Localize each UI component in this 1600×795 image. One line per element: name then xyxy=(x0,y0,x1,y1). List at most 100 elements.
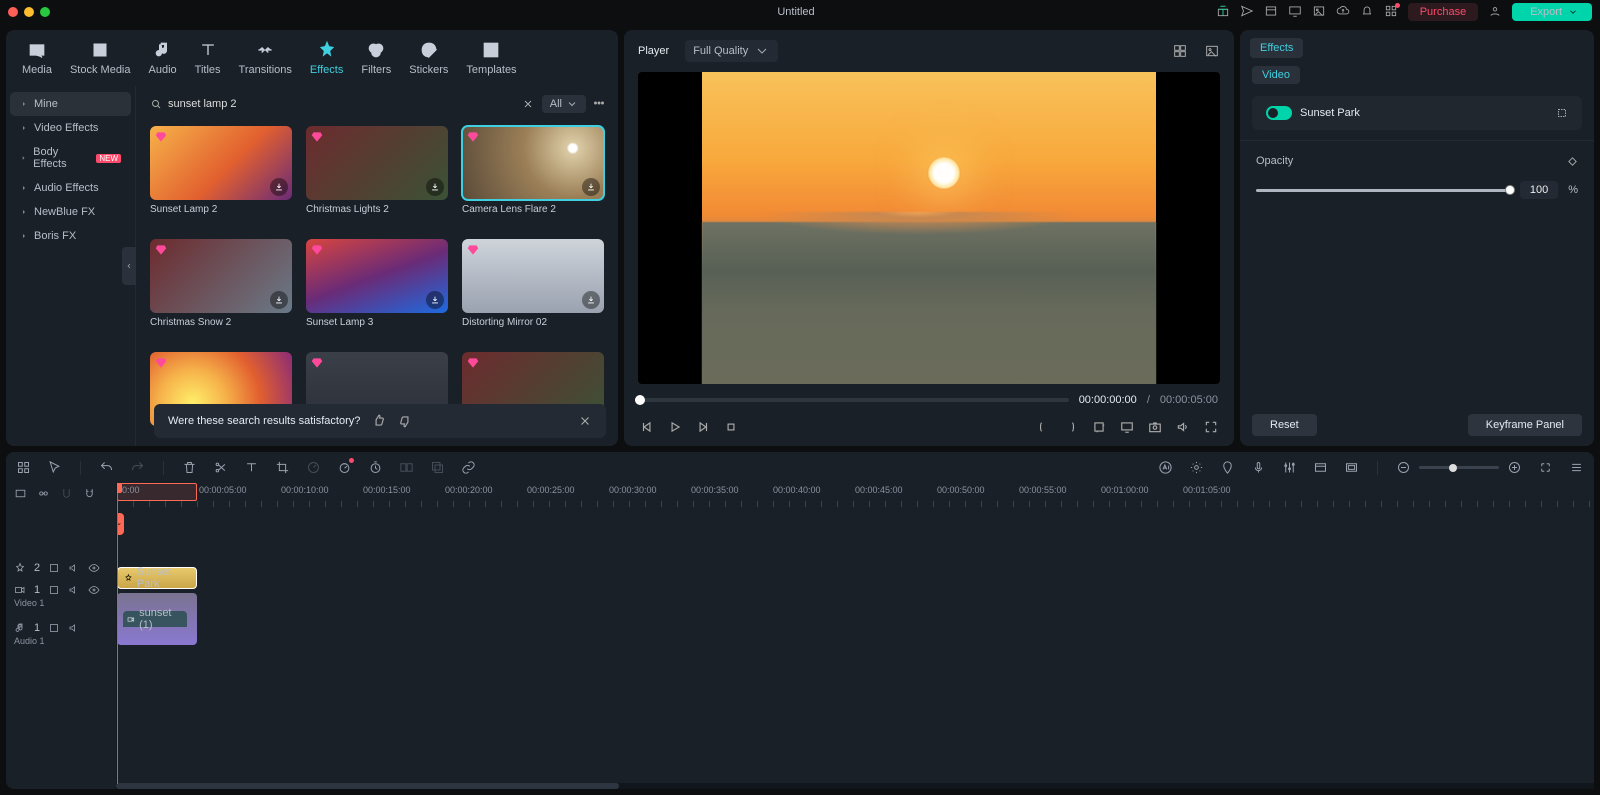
link-icon[interactable] xyxy=(461,460,476,475)
volume-icon[interactable] xyxy=(1176,420,1190,434)
collapse-icon[interactable] xyxy=(48,622,60,634)
mark-in-icon[interactable] xyxy=(1036,420,1050,434)
collapse-icon[interactable] xyxy=(48,562,60,574)
collapse-sidebar-button[interactable] xyxy=(122,247,136,285)
thumbs-down-icon[interactable] xyxy=(398,414,412,428)
cloud-upload-icon[interactable] xyxy=(1336,4,1350,21)
sidebar-item-audio-effects[interactable]: Audio Effects xyxy=(10,176,131,200)
tab-filters[interactable]: Filters xyxy=(361,40,391,76)
redo-icon[interactable] xyxy=(130,460,145,475)
close-feedback-icon[interactable] xyxy=(578,414,592,428)
tab-stock-media[interactable]: Stock Media xyxy=(70,40,131,76)
next-frame-icon[interactable] xyxy=(696,420,710,434)
gift-icon[interactable] xyxy=(1216,4,1230,21)
marker-icon[interactable] xyxy=(1220,460,1235,475)
layout-icon[interactable] xyxy=(1264,4,1278,21)
download-icon[interactable] xyxy=(270,291,288,309)
eye-icon[interactable] xyxy=(88,584,100,596)
opacity-slider[interactable] xyxy=(1256,189,1510,192)
monitor-icon[interactable] xyxy=(1288,4,1302,21)
tab-audio[interactable]: Audio xyxy=(149,40,177,76)
group-icon[interactable] xyxy=(399,460,414,475)
safe-zone-icon[interactable] xyxy=(1344,460,1359,475)
play-icon[interactable] xyxy=(668,420,682,434)
eye-icon[interactable] xyxy=(88,562,100,574)
clear-search-icon[interactable] xyxy=(522,98,534,110)
fit-zoom-icon[interactable] xyxy=(1538,460,1553,475)
tab-transitions[interactable]: Transitions xyxy=(239,40,292,76)
zoom-out-icon[interactable] xyxy=(1396,460,1411,475)
close-dot[interactable] xyxy=(8,7,18,17)
link-tracks-icon[interactable] xyxy=(37,487,50,500)
effect-card[interactable]: Christmas Lights 2 xyxy=(306,126,448,227)
effect-card[interactable]: Sunset Lamp 3 xyxy=(306,239,448,340)
audio-mixer-icon[interactable] xyxy=(1282,460,1297,475)
render-icon[interactable] xyxy=(1313,460,1328,475)
tab-templates[interactable]: Templates xyxy=(466,40,516,76)
color-icon[interactable] xyxy=(1189,460,1204,475)
search-input-wrap[interactable] xyxy=(148,94,536,114)
sidebar-item-video-effects[interactable]: Video Effects xyxy=(10,116,131,140)
mark-out-icon[interactable] xyxy=(1064,420,1078,434)
subtab-video[interactable]: Video xyxy=(1252,66,1300,84)
collapse-icon[interactable] xyxy=(48,584,60,596)
zoom-in-icon[interactable] xyxy=(1507,460,1522,475)
sidebar-item-mine[interactable]: Mine xyxy=(10,92,131,116)
playhead[interactable] xyxy=(117,483,118,784)
effect-card[interactable]: Christmas Snow 2 xyxy=(150,239,292,340)
effect-toggle[interactable] xyxy=(1266,106,1292,120)
auto-ripple-icon[interactable] xyxy=(14,487,27,500)
app-grid-icon[interactable] xyxy=(16,460,31,475)
image-icon[interactable] xyxy=(1312,4,1326,21)
download-icon[interactable] xyxy=(582,291,600,309)
effect-card[interactable]: Distorting Mirror 02 xyxy=(462,239,604,340)
speed-presets-icon[interactable] xyxy=(306,460,321,475)
cursor-icon[interactable] xyxy=(47,460,62,475)
clip-fx-sunset-park[interactable]: Sunset Park xyxy=(117,567,197,589)
more-options-icon[interactable] xyxy=(592,96,606,113)
preview-stage[interactable] xyxy=(638,72,1220,384)
effect-card[interactable]: Camera Lens Flare 2 xyxy=(462,126,604,227)
tab-stickers[interactable]: Stickers xyxy=(409,40,448,76)
opacity-slider-handle[interactable] xyxy=(1505,185,1515,195)
search-input[interactable] xyxy=(168,98,516,110)
search-scope-dropdown[interactable]: All xyxy=(542,95,586,113)
quality-dropdown[interactable]: Full Quality xyxy=(685,40,778,62)
download-icon[interactable] xyxy=(270,178,288,196)
purchase-button[interactable]: Purchase xyxy=(1408,3,1478,21)
sidebar-item-newblue-fx[interactable]: NewBlue FX xyxy=(10,200,131,224)
grid-view-icon[interactable] xyxy=(1172,43,1188,59)
bell-icon[interactable] xyxy=(1360,4,1374,21)
text-icon[interactable] xyxy=(244,460,259,475)
magnet-icon[interactable] xyxy=(83,487,96,500)
download-icon[interactable] xyxy=(582,178,600,196)
sidebar-item-body-effects[interactable]: Body EffectsNEW xyxy=(10,140,131,176)
mute-video-icon[interactable] xyxy=(68,584,80,596)
zoom-handle[interactable] xyxy=(1449,464,1457,472)
opacity-value[interactable]: 100 xyxy=(1520,181,1558,199)
tab-effects[interactable]: Effects xyxy=(1250,38,1303,58)
time-ruler[interactable]: 00:0000:00:05:0000:00:10:0000:00:15:0000… xyxy=(117,483,1594,507)
mute-fx-icon[interactable] xyxy=(68,562,80,574)
send-icon[interactable] xyxy=(1240,4,1254,21)
clip-video-sunset[interactable]: sunset (1) xyxy=(117,593,197,645)
thumbs-up-icon[interactable] xyxy=(372,414,386,428)
tab-media[interactable]: Media xyxy=(22,40,52,76)
snap-icon[interactable] xyxy=(60,487,73,500)
timeline-options-icon[interactable] xyxy=(1569,460,1584,475)
window-controls[interactable] xyxy=(8,7,50,17)
tab-titles[interactable]: Titles xyxy=(195,40,221,76)
fullscreen-icon[interactable] xyxy=(1204,420,1218,434)
prev-frame-icon[interactable] xyxy=(640,420,654,434)
download-icon[interactable] xyxy=(426,291,444,309)
delete-icon[interactable] xyxy=(182,460,197,475)
keyframe-diamond-icon[interactable] xyxy=(1567,156,1578,167)
duplicate-icon[interactable] xyxy=(430,460,445,475)
ai-badge-icon[interactable] xyxy=(1158,460,1173,475)
effect-card[interactable]: Sunset Lamp 2 xyxy=(150,126,292,227)
minimize-dot[interactable] xyxy=(24,7,34,17)
mute-audio-icon[interactable] xyxy=(68,622,80,634)
reset-button[interactable]: Reset xyxy=(1252,414,1317,436)
apps-icon[interactable] xyxy=(1384,4,1398,21)
split-icon[interactable] xyxy=(213,460,228,475)
